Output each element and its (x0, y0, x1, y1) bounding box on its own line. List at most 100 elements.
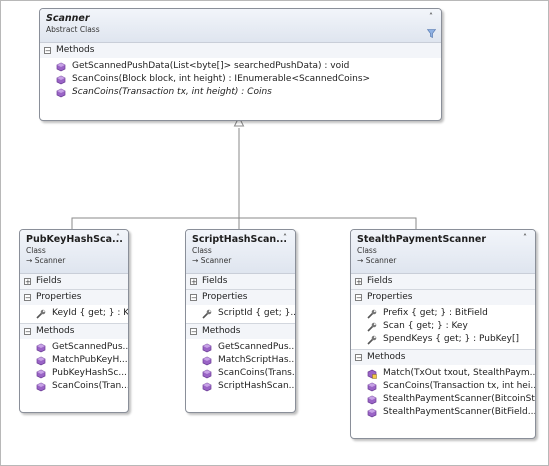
section-label: Properties (202, 292, 248, 302)
property-item[interactable]: SpendKeys { get; } : PubKey[] (351, 333, 535, 346)
section-label: Fields (36, 276, 62, 286)
method-icon (367, 395, 377, 405)
property-item[interactable]: Scan { get; } : Key (351, 320, 535, 333)
minus-icon[interactable]: − (190, 328, 197, 336)
method-icon (36, 382, 46, 392)
wrench-icon (367, 309, 377, 319)
method-item[interactable]: GetScannedPus... (20, 341, 128, 354)
class-header: Scanner Abstract Class ˄ (40, 9, 441, 43)
property-list: KeyId { get; } : K... (20, 305, 128, 323)
method-item[interactable]: MatchScriptHas... (186, 354, 295, 367)
method-item[interactable]: Match(TxOut txout, StealthPaym... (351, 367, 535, 380)
method-label: GetScannedPus... (52, 342, 129, 352)
class-stereotype: Class (26, 246, 46, 255)
property-label: KeyId { get; } : K... (52, 308, 128, 318)
plus-icon[interactable]: + (355, 278, 362, 286)
method-item[interactable]: ScanCoins(Block block, int height) : IEn… (40, 73, 441, 86)
section-fields[interactable]: + Fields (186, 274, 295, 289)
class-title: PubKeyHashSca... (26, 234, 123, 245)
section-fields[interactable]: + Fields (351, 274, 535, 289)
method-label: ScriptHashScan... (218, 381, 296, 391)
method-label: GetScannedPushData(List<byte[]> searched… (72, 61, 350, 71)
double-chevron-up-icon[interactable]: ˄ (113, 233, 123, 243)
minus-icon[interactable]: − (355, 354, 362, 362)
property-list: Prefix { get; } : BitField Scan { get; }… (351, 305, 535, 349)
minus-icon[interactable]: − (355, 294, 362, 302)
property-item[interactable]: Prefix { get; } : BitField (351, 307, 535, 320)
method-item[interactable]: GetScannedPushData(List<byte[]> searched… (40, 60, 441, 73)
section-label: Methods (202, 326, 241, 336)
method-item[interactable]: ScriptHashScan... (186, 380, 295, 393)
section-methods[interactable]: − Methods (20, 323, 128, 339)
section-properties[interactable]: − Properties (20, 289, 128, 305)
method-icon (202, 356, 212, 366)
section-label: Properties (367, 292, 413, 302)
class-box-stealth-payment-scanner[interactable]: StealthPaymentScanner Class → Scanner ˄ … (350, 229, 536, 439)
method-item[interactable]: ScanCoins(Trans... (186, 367, 295, 380)
method-item[interactable]: ScanCoins(Transaction tx, int height) : … (40, 86, 441, 99)
property-label: Prefix { get; } : BitField (383, 308, 488, 318)
minus-icon[interactable]: − (190, 294, 197, 302)
class-header: StealthPaymentScanner Class → Scanner ˄ (351, 230, 535, 274)
property-item[interactable]: ScriptId { get; }... (186, 307, 295, 320)
method-icon (36, 356, 46, 366)
method-item[interactable]: ScanCoins(Transaction tx, int hei... (351, 380, 535, 393)
method-item[interactable]: ScanCoins(Tran... (20, 380, 128, 393)
double-chevron-up-icon[interactable]: ˄ (426, 12, 436, 22)
wrench-icon (36, 309, 46, 319)
method-label: StealthPaymentScanner(BitcoinSt... (383, 394, 536, 404)
wrench-icon (367, 322, 377, 332)
class-box-pubkeyhash-scanner[interactable]: PubKeyHashSca... Class → Scanner ˄ + Fie… (19, 229, 129, 413)
class-box-scripthash-scanner[interactable]: ScriptHashScan... Class → Scanner ˄ + Fi… (185, 229, 296, 413)
method-icon (202, 343, 212, 353)
plus-icon[interactable]: + (24, 278, 31, 286)
wrench-icon (202, 309, 212, 319)
method-item[interactable]: GetScannedPus... (186, 341, 295, 354)
section-label: Properties (36, 292, 82, 302)
section-properties[interactable]: − Properties (351, 289, 535, 305)
method-icon (56, 75, 66, 85)
method-label: ScanCoins(Transaction tx, int hei... (383, 381, 536, 391)
section-fields[interactable]: + Fields (20, 274, 128, 289)
method-list: GetScannedPus... MatchPubKeyH... PubKeyH… (20, 339, 128, 396)
section-label: Fields (202, 276, 228, 286)
double-chevron-up-icon[interactable]: ˄ (280, 233, 290, 243)
arrow-icon: → (26, 256, 33, 265)
method-item[interactable]: PubKeyHashSc... (20, 367, 128, 380)
plus-icon[interactable]: + (190, 278, 197, 286)
method-icon (202, 382, 212, 392)
minus-icon[interactable]: − (24, 328, 31, 336)
class-stereotype: Abstract Class (46, 25, 100, 34)
method-label: ScanCoins(Trans... (218, 368, 296, 378)
section-label: Methods (36, 326, 75, 336)
method-label: StealthPaymentScanner(BitField... (383, 407, 536, 417)
method-list: GetScannedPus... MatchScriptHas... ScanC… (186, 339, 295, 396)
method-label: ScanCoins(Tran... (52, 381, 129, 391)
section-methods[interactable]: − Methods (351, 349, 535, 365)
method-list: GetScannedPushData(List<byte[]> searched… (40, 58, 441, 102)
method-label: ScanCoins(Block block, int height) : IEn… (72, 74, 371, 84)
section-label: Methods (56, 45, 95, 55)
section-methods[interactable]: − Methods (40, 43, 441, 58)
section-methods[interactable]: − Methods (186, 323, 295, 339)
private-method-icon (367, 369, 377, 379)
section-properties[interactable]: − Properties (186, 289, 295, 305)
class-header: PubKeyHashSca... Class → Scanner ˄ (20, 230, 128, 274)
method-item[interactable]: StealthPaymentScanner(BitField... (351, 406, 535, 419)
arrow-icon: → (192, 256, 199, 265)
method-icon (36, 369, 46, 379)
base-class: → Scanner (357, 256, 529, 265)
filter-icon[interactable] (427, 29, 436, 38)
class-box-scanner[interactable]: Scanner Abstract Class ˄ − Methods GetSc… (39, 8, 442, 121)
method-item[interactable]: MatchPubKeyH... (20, 354, 128, 367)
minus-icon[interactable]: − (44, 47, 51, 55)
minus-icon[interactable]: − (24, 294, 31, 302)
class-stereotype: Class (357, 246, 377, 255)
property-item[interactable]: KeyId { get; } : K... (20, 307, 128, 320)
double-chevron-up-icon[interactable]: ˄ (520, 233, 530, 243)
wrench-icon (367, 335, 377, 345)
property-label: Scan { get; } : Key (383, 321, 468, 331)
method-label: GetScannedPus... (218, 342, 296, 352)
method-item[interactable]: StealthPaymentScanner(BitcoinSt... (351, 393, 535, 406)
method-label: PubKeyHashSc... (52, 368, 127, 378)
